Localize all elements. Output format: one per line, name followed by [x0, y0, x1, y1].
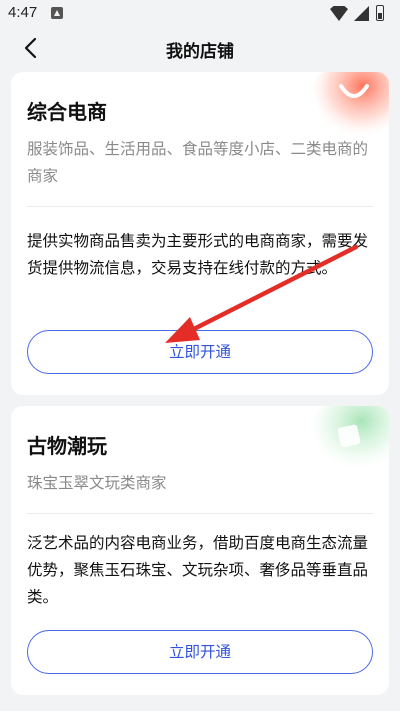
open-collectibles-button[interactable]: 立即开通: [27, 630, 373, 674]
card-description: 泛艺术品的内容电商业务，借助百度电商生态流量优势，聚焦玉石珠宝、文玩杂项、奢侈品…: [27, 534, 369, 606]
notification-icon: [51, 7, 63, 19]
status-time: 4:47: [8, 4, 38, 21]
store-type-card-collectibles: 古物潮玩 珠宝玉翠文玩类商家 泛艺术品的内容电商业务，借助百度电商生态流量优势，…: [11, 406, 389, 695]
card-divider: [27, 206, 373, 207]
status-bar: 4:47: [0, 0, 400, 28]
card-title: 综合电商: [27, 100, 107, 124]
card-subtitle: 珠宝玉翠文玩类商家: [27, 474, 167, 492]
card-title: 古物潮玩: [27, 434, 107, 458]
page-title: 我的店铺: [166, 42, 234, 62]
open-ecommerce-button[interactable]: 立即开通: [27, 330, 373, 374]
card-subtitle: 服装饰品、生活用品、食品等度小店、二类电商的商家: [27, 140, 369, 185]
wifi-icon: [330, 6, 348, 21]
signal-icon: [354, 6, 369, 21]
store-type-card-ecommerce: 综合电商 服装饰品、生活用品、食品等度小店、二类电商的商家 提供实物商品售卖为主…: [11, 72, 389, 395]
card-description: 提供实物商品售卖为主要形式的电商商家，需要发货提供物流信息，交易支持在线付款的方…: [27, 232, 369, 277]
nav-bar: 我的店铺: [0, 28, 400, 68]
status-icons: [330, 5, 390, 23]
card-divider: [27, 513, 373, 514]
battery-icon: [376, 5, 384, 21]
